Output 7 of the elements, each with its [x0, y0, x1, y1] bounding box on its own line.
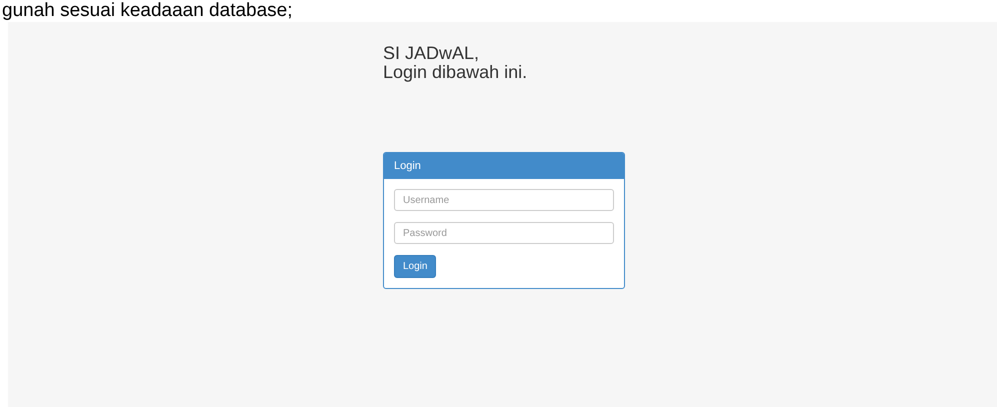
login-instruction: Login dibawah ini. — [383, 63, 528, 82]
page-text: gunah sesuai keadaaan database; — [1, 0, 293, 22]
panel-title: Login — [394, 160, 421, 172]
app-title: SI JADwAL, — [383, 44, 480, 63]
password-field[interactable]: Password — [394, 222, 614, 244]
login-button[interactable]: Login — [394, 255, 436, 278]
username-field[interactable]: Username — [394, 189, 614, 211]
